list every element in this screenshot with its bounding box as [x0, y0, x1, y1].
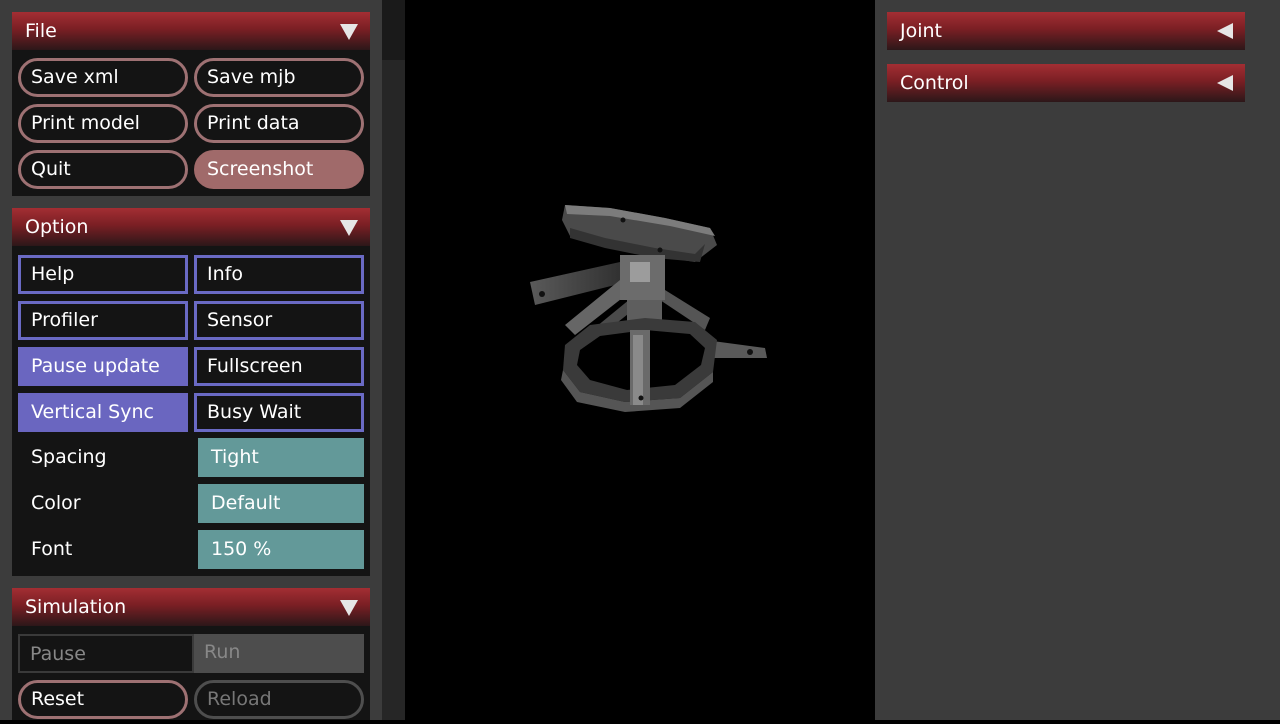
file-section-header[interactable]: File	[12, 12, 370, 50]
option-section-header[interactable]: Option	[12, 208, 370, 246]
color-label: Color	[31, 492, 81, 514]
font-select[interactable]: 150 %	[198, 530, 364, 569]
scrollbar-thumb[interactable]	[382, 0, 405, 60]
print-model-button[interactable]: Print model	[18, 104, 188, 143]
expand-triangle-icon	[1217, 75, 1233, 91]
simulation-section-title: Simulation	[25, 596, 127, 618]
reload-button[interactable]: Reload	[194, 680, 364, 719]
quit-button[interactable]: Quit	[18, 150, 188, 189]
pause-update-toggle[interactable]: Pause update	[18, 347, 188, 386]
control-section-title: Control	[900, 72, 969, 94]
option-section-title: Option	[25, 216, 89, 238]
joint-section-header[interactable]: Joint	[887, 12, 1245, 50]
expand-triangle-icon	[1217, 23, 1233, 39]
pause-radio[interactable]: Pause	[18, 634, 194, 673]
screenshot-button[interactable]: Screenshot	[194, 150, 364, 189]
sensor-toggle[interactable]: Sensor	[194, 301, 364, 340]
info-toggle[interactable]: Info	[194, 255, 364, 294]
help-toggle[interactable]: Help	[18, 255, 188, 294]
left-ui-panel: File Save xml Save mjb Print model Print…	[0, 0, 382, 720]
collapse-triangle-icon	[340, 220, 358, 236]
file-section: File Save xml Save mjb Print model Print…	[12, 12, 370, 196]
right-ui-panel	[875, 0, 1280, 720]
spacing-select[interactable]: Tight	[198, 438, 364, 477]
run-mode-radio-group: Pause Run	[18, 634, 364, 673]
3d-viewport[interactable]	[405, 0, 875, 720]
robot-model-render	[530, 205, 767, 412]
simulation-section-header[interactable]: Simulation	[12, 588, 370, 626]
joint-section-title: Joint	[900, 20, 942, 42]
font-label: Font	[31, 538, 73, 560]
reset-button[interactable]: Reset	[18, 680, 188, 719]
save-xml-button[interactable]: Save xml	[18, 58, 188, 97]
fullscreen-toggle[interactable]: Fullscreen	[194, 347, 364, 386]
collapse-triangle-icon	[340, 24, 358, 40]
joint-section: Joint	[887, 12, 1245, 50]
spacing-label: Spacing	[31, 446, 107, 468]
option-section: Option Help Info Profiler Sensor Pause u…	[12, 208, 370, 576]
run-radio[interactable]: Run	[194, 634, 364, 673]
collapse-triangle-icon	[340, 600, 358, 616]
left-panel-scrollbar[interactable]	[382, 0, 405, 720]
control-section-header[interactable]: Control	[887, 64, 1245, 102]
control-section: Control	[887, 64, 1245, 102]
vertical-sync-toggle[interactable]: Vertical Sync	[18, 393, 188, 432]
save-mjb-button[interactable]: Save mjb	[194, 58, 364, 97]
profiler-toggle[interactable]: Profiler	[18, 301, 188, 340]
busy-wait-toggle[interactable]: Busy Wait	[194, 393, 364, 432]
file-section-title: File	[25, 20, 57, 42]
simulation-section: Simulation Pause Run Reset Reload	[12, 588, 370, 720]
print-data-button[interactable]: Print data	[194, 104, 364, 143]
color-select[interactable]: Default	[198, 484, 364, 523]
